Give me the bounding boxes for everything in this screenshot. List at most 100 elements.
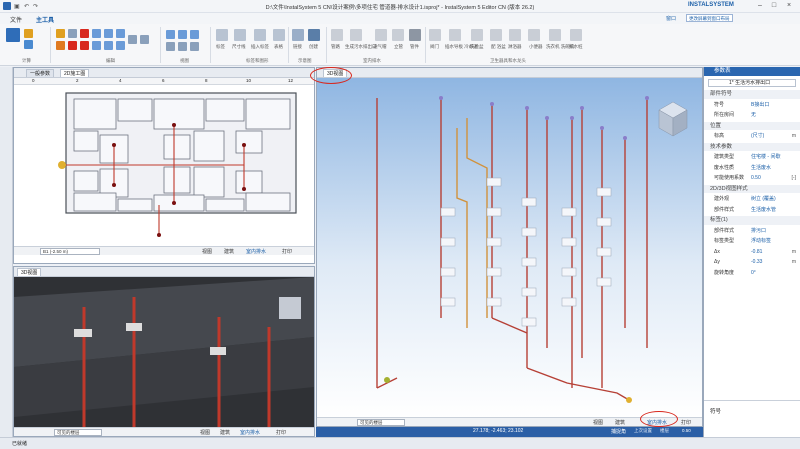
array-icon[interactable] [104,41,113,50]
window-menu[interactable]: 窗口 [666,15,676,22]
properties-icon[interactable] [128,35,137,44]
dimension-icon[interactable] [234,29,246,41]
calculate-icon[interactable] [6,28,20,42]
floor-drain-icon[interactable] [570,29,582,41]
building-tab-small[interactable]: 建筑 [220,429,230,436]
property-value[interactable]: B接出口 [751,101,769,110]
grid-label[interactable]: 上次设置 [634,428,652,434]
urinal-icon[interactable] [528,29,540,41]
create-icon[interactable] [308,29,320,41]
tab-general-params[interactable]: 一般参数 [26,69,55,77]
delete-icon[interactable] [80,29,89,38]
property-section[interactable]: 技术参数 [704,142,800,152]
property-value[interactable]: 0° [751,269,756,278]
property-value[interactable]: (尺寸) [751,132,764,141]
cut-icon[interactable] [68,41,77,50]
level-select-main[interactable]: 可见的楼层 [357,419,405,426]
property-section[interactable]: 位置 [704,121,800,131]
pipe-size-icon[interactable] [24,29,33,38]
print-tab-2d[interactable]: 打印 [282,248,292,255]
zoom-fit-icon[interactable] [190,30,199,39]
maximize-button[interactable]: □ [769,1,779,11]
vent-cap-icon[interactable] [375,29,387,41]
property-row[interactable]: 符号 B接出口 [704,101,800,110]
property-row[interactable]: 部件样式 生活废水管 [704,206,800,215]
washbasin-icon[interactable] [471,29,483,41]
shower-icon[interactable] [509,29,521,41]
snap-label[interactable]: 捕捉角 [611,428,626,435]
property-value[interactable]: 无 [751,111,756,120]
layers-icon[interactable] [140,35,149,44]
minimize-button[interactable]: – [755,1,765,11]
property-value[interactable]: 树立 (覆盖) [751,195,776,204]
print-tab-small[interactable]: 打印 [276,429,286,436]
link-icon[interactable] [292,29,304,41]
property-value[interactable]: 住宅楼 - 间歇 [751,153,780,162]
property-value[interactable]: -0.33 [751,258,762,267]
property-row[interactable]: 所在房间 无 [704,111,800,120]
property-row[interactable]: Δy -0.33 m [704,258,800,267]
property-section[interactable]: 部件符号 [704,90,800,99]
report-icon[interactable] [24,40,33,49]
table-icon[interactable] [273,29,285,41]
copy-icon[interactable] [68,29,77,38]
washer-icon[interactable] [549,29,561,41]
property-value[interactable]: 浮动标签 [751,237,771,246]
tab-file[interactable]: 文件 [10,15,22,24]
property-value[interactable]: 0.50 [751,174,761,183]
label-icon[interactable] [216,29,228,41]
property-row[interactable]: 标高 (尺寸) m [704,132,800,141]
bathtub-icon[interactable] [490,29,502,41]
3d-canvas-small[interactable] [14,277,314,427]
property-section[interactable]: 2D/3D视图样式 [704,184,800,194]
trim-icon[interactable] [80,41,89,50]
property-value[interactable]: 生活废水 [751,164,771,173]
view-3d-icon[interactable] [178,42,187,51]
property-row[interactable]: 建外观 树立 (覆盖) [704,195,800,204]
object-selector[interactable]: 1* 生活污水排出口 [708,79,796,87]
view-tab-main[interactable]: 视图 [593,419,603,426]
property-row[interactable]: Δx -0.81 m [704,248,800,257]
pan-icon[interactable] [166,42,175,51]
move-icon[interactable] [92,29,101,38]
zoom-out-icon[interactable] [178,30,187,39]
property-value[interactable]: 生活废水管 [751,206,776,215]
property-value[interactable]: -0.81 [751,248,762,257]
floor-plan-canvas[interactable] [14,85,314,246]
drainage-tab-small[interactable]: 室内排水 [240,429,260,436]
drainage-tab-2d[interactable]: 室内排水 [246,248,266,255]
tab-2d-plan[interactable]: 2D施工图 [60,69,90,77]
layer-label[interactable]: 楼层 [660,428,669,434]
property-row[interactable]: 可能使用系数 0.50 [-] [704,174,800,183]
mirror-icon[interactable] [116,29,125,38]
close-button[interactable]: × [784,1,794,11]
property-row[interactable]: 建筑类型 住宅楼 - 间歇 [704,153,800,162]
tab-main-tools[interactable]: 主工具 [36,15,55,26]
paste-icon[interactable] [56,29,65,38]
riser-icon[interactable] [392,29,404,41]
property-section[interactable]: 标签(1) [704,216,800,225]
print-tab-main[interactable]: 打印 [681,419,691,426]
building-tab-2d[interactable]: 建筑 [224,248,234,255]
tab-3d-view-small[interactable]: 3D视图 [17,268,42,276]
level-select-2d[interactable]: B1 (-2.50 m) [40,248,100,255]
fitting-icon[interactable] [409,29,421,41]
rotate-icon[interactable] [104,29,113,38]
level-select-small[interactable]: 可见的楼层 [54,429,102,436]
refresh-icon[interactable] [190,42,199,51]
insert-label-icon[interactable] [254,29,266,41]
select-icon[interactable] [56,41,65,50]
layout-switch[interactable]: 更改屏幕到窗口布局 [686,14,733,22]
zoom-in-icon[interactable] [166,30,175,39]
property-row[interactable]: 标签类型 浮动标签 [704,237,800,246]
property-row[interactable]: 部件样式 排污口 [704,227,800,236]
group-icon[interactable] [116,41,125,50]
property-row[interactable]: 废水性质 生活废水 [704,164,800,173]
pipe-icon[interactable] [331,29,343,41]
building-tab-main[interactable]: 建筑 [615,419,625,426]
view-tab-2d[interactable]: 视图 [202,248,212,255]
outlet-icon[interactable] [350,29,362,41]
valve-icon[interactable] [429,29,441,41]
sink-icon[interactable] [449,29,461,41]
property-row[interactable]: 旋转角度 0° [704,269,800,278]
